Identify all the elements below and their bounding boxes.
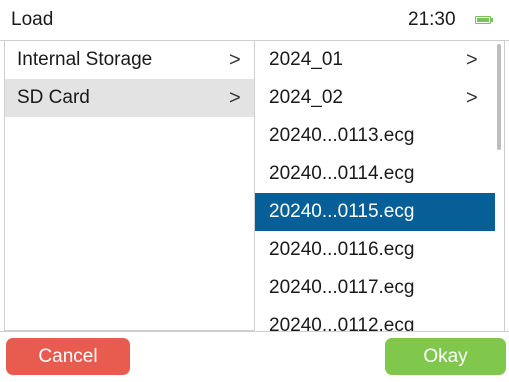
storage-item-label: Internal Storage xyxy=(17,49,153,70)
file-item[interactable]: 20240...0114.ecg xyxy=(255,155,495,193)
folder-label: 2024_01 xyxy=(269,49,343,70)
file-item[interactable]: 20240...0117.ecg xyxy=(255,269,495,307)
file-label: 20240...0116.ecg xyxy=(269,239,415,260)
scrollbar-thumb[interactable] xyxy=(497,44,501,150)
folder-item[interactable]: 2024_02 > xyxy=(255,79,495,117)
chevron-right-icon: > xyxy=(466,87,478,109)
battery-icon xyxy=(475,16,493,24)
file-list: 2024_01 > 2024_02 > 20240...0113.ecg 202… xyxy=(255,41,505,331)
file-item[interactable]: 20240...0116.ecg xyxy=(255,231,495,269)
cancel-button[interactable]: Cancel xyxy=(6,338,130,375)
file-item-selected[interactable]: 20240...0115.ecg xyxy=(255,193,495,231)
okay-button[interactable]: Okay xyxy=(385,338,506,375)
chevron-right-icon: > xyxy=(229,87,241,109)
storage-item-internal[interactable]: Internal Storage > xyxy=(5,41,254,79)
clock: 21:30 xyxy=(408,9,456,30)
page-title: Load xyxy=(11,9,54,30)
file-item[interactable]: 20240...0112.ecg xyxy=(255,307,495,331)
chevron-right-icon: > xyxy=(229,49,241,71)
storage-list: Internal Storage > SD Card > xyxy=(4,41,255,331)
file-label: 20240...0112.ecg xyxy=(269,315,415,331)
file-label: 20240...0114.ecg xyxy=(269,163,415,184)
file-label: 20240...0115.ecg xyxy=(269,201,415,222)
chevron-right-icon: > xyxy=(466,49,478,71)
file-item[interactable]: 20240...0113.ecg xyxy=(255,117,495,155)
header-bar: Load 21:30 xyxy=(0,0,509,41)
folder-item[interactable]: 2024_01 > xyxy=(255,41,495,79)
storage-item-sd-card[interactable]: SD Card > xyxy=(5,79,254,117)
file-label: 20240...0117.ecg xyxy=(269,277,415,298)
storage-item-label: SD Card xyxy=(17,87,90,108)
folder-label: 2024_02 xyxy=(269,87,343,108)
file-label: 20240...0113.ecg xyxy=(269,125,415,146)
